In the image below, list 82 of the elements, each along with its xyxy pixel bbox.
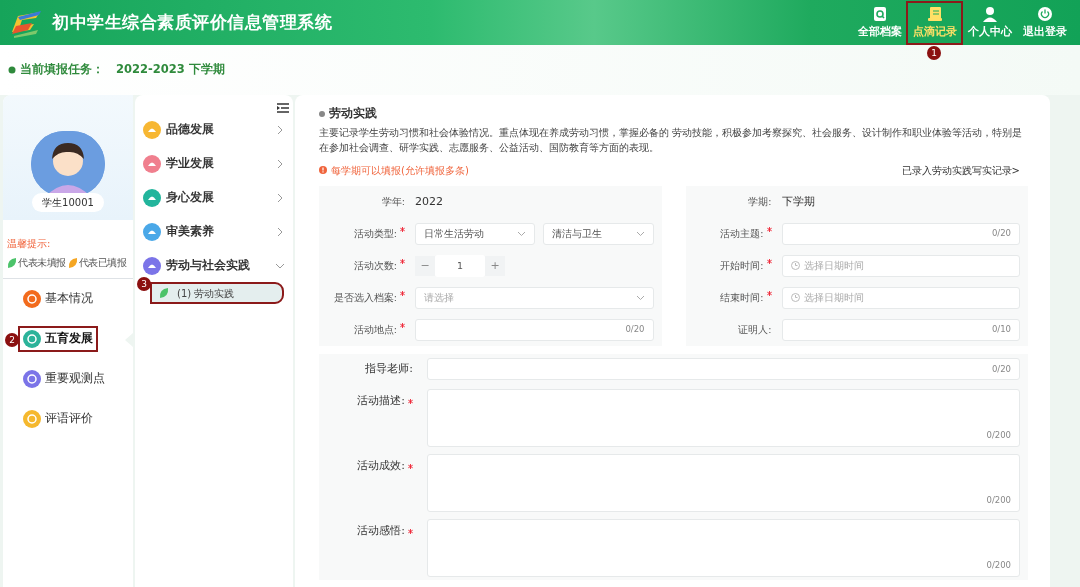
- chevron-right-icon: [275, 193, 285, 203]
- field-label: 活动成效:: [357, 457, 405, 474]
- submenu-item[interactable]: 身心发展: [143, 181, 285, 215]
- field-label: 是否选入档案:: [333, 290, 397, 305]
- power-icon: [1035, 5, 1054, 22]
- notice-text: 每学期可以填报(允许填报多条): [331, 163, 469, 178]
- nav-button[interactable]: 全部档案: [852, 1, 907, 44]
- bullet-icon: [319, 110, 325, 117]
- field-label: 活动类型:: [353, 226, 397, 241]
- input-field[interactable]: 0/20: [427, 358, 1020, 381]
- field-label: 活动描述:: [357, 392, 405, 409]
- minus-button[interactable]: −: [415, 255, 435, 276]
- menu-item[interactable]: 五育发展: [19, 327, 97, 351]
- chevron-down-icon: [517, 229, 527, 239]
- person-icon: [980, 5, 999, 22]
- field-label: 学期:: [748, 194, 772, 209]
- select-field[interactable]: 日常生活劳动: [415, 222, 536, 245]
- text-area[interactable]: 0/200: [427, 518, 1020, 577]
- select-field[interactable]: 请选择: [415, 286, 654, 309]
- field-label: 学年:: [381, 194, 405, 209]
- menu-item[interactable]: 重要观测点: [19, 367, 109, 391]
- task-value: 2022-2023 下学期: [116, 61, 225, 79]
- char-counter: 0/20: [991, 362, 1011, 376]
- task-label: 当前填报任务：: [20, 61, 104, 79]
- submenu-child-item[interactable]: (1) 劳动实践: [151, 283, 283, 303]
- char-counter: 0/10: [991, 323, 1011, 337]
- text-area[interactable]: 0/200: [427, 388, 1020, 447]
- leaf-icon: [159, 287, 169, 299]
- menu-item[interactable]: 基本情况: [19, 287, 97, 311]
- nav-button[interactable]: 退出登录: [1017, 1, 1072, 44]
- char-counter: 0/20: [991, 227, 1011, 241]
- field-value: 下学期: [781, 193, 815, 210]
- field-label: 证明人:: [738, 322, 772, 337]
- date-time-field[interactable]: 选择日期时间: [781, 254, 1020, 277]
- chevron-down-icon: [275, 261, 285, 271]
- scroll-icon: [925, 5, 944, 22]
- field-label: 结束时间:: [720, 290, 764, 305]
- plus-button[interactable]: +: [485, 255, 505, 276]
- char-counter: 0/20: [625, 323, 645, 337]
- bullet-icon: [8, 66, 16, 74]
- nav-button[interactable]: 点滴记录: [907, 1, 962, 44]
- app-title: 初中学生综合素质评价信息管理系统: [52, 10, 332, 34]
- char-counter: 0/200: [986, 429, 1011, 442]
- submenu-item[interactable]: 审美素养: [143, 215, 285, 249]
- field-label: 活动感悟:: [357, 522, 405, 539]
- nav-button[interactable]: 个人中心: [962, 1, 1017, 44]
- input-field[interactable]: 0/10: [781, 318, 1020, 341]
- legend-label: 代表已填报: [78, 256, 126, 270]
- records-link[interactable]: 已录入劳动实践写实记录>: [901, 162, 1020, 178]
- menu-item[interactable]: 评语评价: [19, 407, 97, 431]
- field-label: 活动主题:: [720, 226, 764, 241]
- step-number-badge: 2: [5, 333, 19, 347]
- input-field[interactable]: 0/20: [781, 222, 1020, 245]
- section-title: 劳动实践: [329, 105, 377, 122]
- chevron-right-icon: [275, 227, 285, 237]
- field-label: 指导老师:: [365, 361, 413, 377]
- number-field[interactable]: 1: [435, 254, 485, 277]
- submenu-item[interactable]: 学业发展: [143, 147, 285, 181]
- chevron-down-icon: [635, 229, 645, 239]
- info-icon: [319, 166, 327, 175]
- tip-title: 温馨提示:: [7, 237, 52, 251]
- step-number-badge: 3: [137, 277, 151, 291]
- student-name: 学生10001: [32, 193, 104, 212]
- field-label: 活动次数:: [353, 258, 397, 273]
- char-counter: 0/200: [986, 494, 1011, 507]
- field-value: 2022: [415, 193, 443, 210]
- char-counter: 0/200: [986, 559, 1011, 572]
- field-label: 开始时间:: [720, 258, 764, 273]
- chevron-down-icon: [635, 293, 645, 303]
- clock-icon: [790, 293, 800, 303]
- chevron-right-icon: [275, 125, 285, 135]
- section-description: 主要记录学生劳动习惯和社会体验情况。重点体现在养成劳动习惯，掌握必备的 劳动技能，积极参加考察探究、社会服务、设计制作和职业体验等活动，特别是在参加社会调查、研学实践、志愿服务、公益活动、国防教育等方面的表现。: [319, 126, 1024, 155]
- legend-label: 代表未填报: [18, 256, 66, 270]
- clock-icon: [790, 261, 800, 271]
- select-field[interactable]: 清洁与卫生: [543, 222, 654, 245]
- submenu-item[interactable]: 品德发展: [143, 113, 285, 147]
- text-area[interactable]: 0/200: [427, 453, 1020, 512]
- menu-icon[interactable]: [277, 103, 289, 113]
- chevron-right-icon: [275, 159, 285, 169]
- date-time-field[interactable]: 选择日期时间: [781, 286, 1020, 309]
- field-label: 活动地点:: [353, 322, 397, 337]
- input-field[interactable]: 0/20: [415, 318, 654, 341]
